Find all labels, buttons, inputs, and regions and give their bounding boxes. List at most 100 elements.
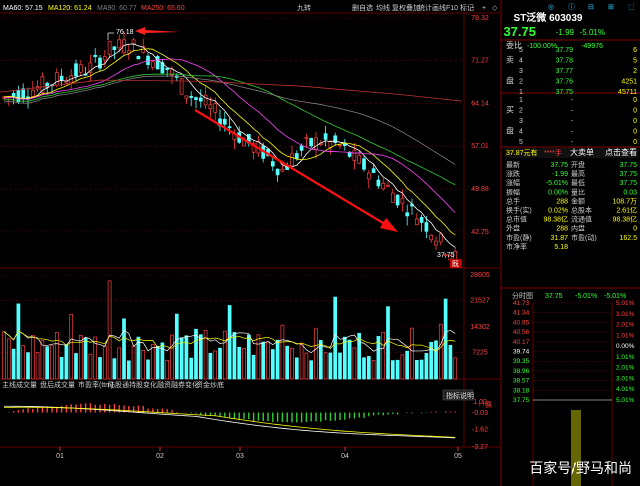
volume-tick: 21527 (470, 298, 490, 305)
indicator-tab[interactable]: 资金炒底 (196, 380, 224, 389)
stat-label: 振幅 (506, 187, 520, 196)
intraday-price-tick: 38.57 (513, 378, 530, 385)
volume-bar (6, 338, 11, 380)
volume-bar (390, 360, 395, 380)
period-selector[interactable]: 九转 (297, 3, 311, 12)
stat-value: 0.02% (548, 208, 568, 215)
quote-toolbar-icon[interactable]: ⊞ (608, 4, 614, 11)
volume-bar (126, 360, 131, 380)
candle-body (98, 57, 102, 69)
price-change: -1.99 (556, 28, 575, 37)
candle-body (294, 153, 299, 159)
stat-value: -1.99 (552, 171, 568, 178)
candle-body (304, 137, 309, 140)
quote-toolbar-icon[interactable]: ⬚ (628, 4, 635, 11)
volume-bar (285, 345, 290, 380)
quote-toolbar-icon[interactable]: ◎ (548, 4, 554, 11)
intraday-price-tick: 41.73 (513, 300, 530, 307)
toolbar-tab[interactable]: 统计 (418, 3, 432, 12)
volume-bar (395, 359, 400, 380)
stat-label: 总市值 (506, 215, 527, 224)
big-order-view-link[interactable]: 点击查看 (605, 147, 637, 157)
candle-body (213, 103, 218, 113)
volume-bar (198, 334, 203, 380)
toolbar-tab[interactable]: + (482, 5, 486, 12)
candle-body (438, 233, 443, 243)
volume-tick: 14302 (470, 324, 490, 331)
volume-bar (74, 353, 78, 380)
volume-bar (165, 359, 170, 380)
candle-body (78, 64, 83, 73)
macd-histogram (3, 403, 456, 423)
candle-body (112, 46, 117, 50)
volume-bar (59, 356, 64, 380)
arrow-to-high (135, 27, 180, 35)
candle-body (342, 143, 347, 146)
volume-bar (448, 344, 453, 380)
volume-bar (270, 349, 275, 380)
volume-bar (424, 353, 429, 380)
candle-body (362, 158, 366, 170)
volume-bar (107, 280, 112, 380)
stat-value: 108.7万 (612, 197, 637, 205)
date-tick: 05 (454, 453, 462, 460)
toolbar-tab[interactable]: ◇ (492, 5, 498, 12)
volume-bar (45, 346, 50, 380)
volume-bar (366, 356, 371, 380)
volume-bar (150, 344, 155, 380)
intraday-pct-tick: 1.01% (616, 332, 635, 339)
stat-label: 开盘 (571, 160, 585, 169)
volume-bar (11, 348, 16, 380)
candle-body (131, 39, 136, 45)
orderbook-side: 卖 (506, 56, 514, 65)
toolbar-tab[interactable]: 画线 (432, 3, 446, 12)
volume-bar (443, 298, 448, 380)
ma90-label: MA90: 60.77 (97, 5, 137, 12)
volume-bar (222, 330, 227, 380)
quote-toolbar-icon[interactable]: ⊟ (588, 4, 594, 11)
candle-body (189, 95, 194, 98)
big-order-price: 37.87元有 (506, 148, 538, 157)
candle-body (93, 54, 98, 57)
toolbar-tab[interactable]: F10 (446, 5, 458, 12)
indicator-tab[interactable]: 主线成交量 (2, 380, 37, 389)
toolbar-tab[interactable]: 删自选 (352, 3, 373, 12)
toolbar-tab[interactable]: 均线 (376, 3, 390, 12)
candle-body (419, 217, 424, 223)
orderbook-volume: 0 (633, 108, 637, 115)
indicator-tab[interactable]: 融资融券变化 (157, 380, 199, 389)
volume-bar (98, 357, 102, 380)
stat-label: 金额 (571, 196, 585, 205)
stat-value: -5.01% (546, 180, 568, 187)
intraday-header-label[interactable]: 分时图 (512, 291, 533, 300)
indicator-tab[interactable]: 陆股通持股变化 (108, 380, 157, 389)
volume-bar (131, 345, 136, 380)
volume-bar (112, 358, 117, 380)
volume-bar (328, 352, 333, 380)
intraday-price-tick: 38.96 (513, 368, 530, 375)
candle-body (59, 75, 64, 81)
volume-bar (88, 353, 93, 380)
intraday-pct-tick: 2.01% (616, 322, 635, 329)
toolbar-tab[interactable]: 复权 (392, 3, 406, 12)
stat-value: 288 (556, 226, 568, 233)
indicator-tabs: 主线成交量 盘后成交量 市盈率(ttm)陆股通持股变化 融资融券变化资金炒底 (2, 380, 224, 389)
volume-bar (280, 324, 285, 380)
stat-label: 总股本 (571, 206, 592, 215)
candle-body (290, 153, 294, 166)
volume-bar (434, 340, 438, 380)
candle-body (222, 118, 227, 125)
price-axis: 78.32 71.27 64.14 57.01 49.88 42.75 (471, 15, 489, 236)
stat-label: 外盘 (506, 224, 520, 233)
toolbar-tab[interactable]: - (472, 5, 475, 12)
quote-toolbar-icon[interactable]: ⓘ (568, 3, 575, 11)
stat-value: 31.87 (550, 235, 568, 242)
candle-body (270, 161, 275, 167)
volume-bar (83, 337, 88, 380)
candle-body (381, 183, 386, 190)
candle-body (328, 141, 333, 148)
indicator-tab[interactable]: 盘后成交量 (40, 380, 75, 389)
macd-tick: -0.03 (472, 410, 488, 417)
volume-bar (213, 350, 218, 380)
orderbook-price: 37.79 (555, 47, 573, 54)
